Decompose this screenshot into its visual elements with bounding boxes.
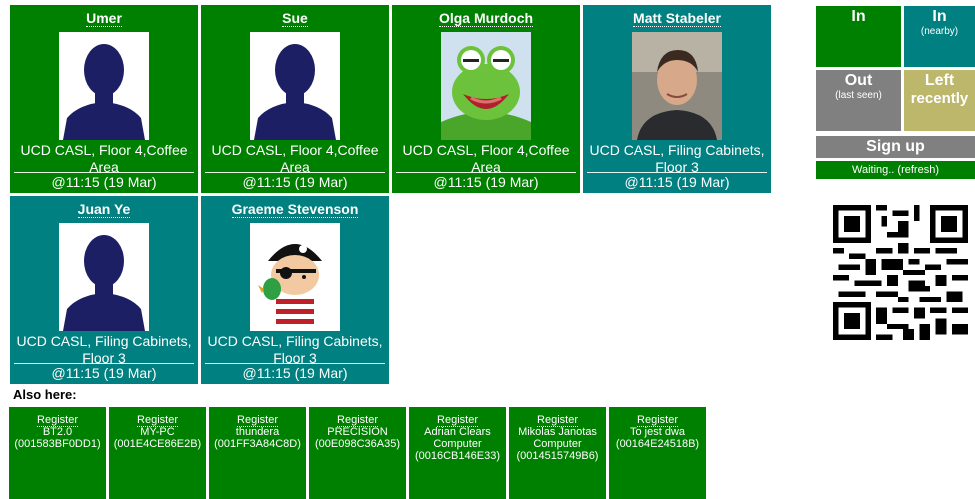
device-id: (001583BF0DD1) <box>14 438 101 450</box>
legend-in-nearby-sub: (nearby) <box>920 26 959 37</box>
signup-label: Sign up <box>866 138 925 155</box>
person-time: @11:15 (19 Mar) <box>14 172 194 191</box>
person-location: UCD CASL, Floor 4,Coffee Area <box>402 142 570 175</box>
avatar-silhouette-icon <box>250 32 340 140</box>
device-name: MY-PC <box>140 426 175 438</box>
legend-left: Left recently <box>904 70 975 131</box>
person-time: @11:15 (19 Mar) <box>14 363 194 382</box>
legend-in-label: In <box>851 8 866 25</box>
person-card-sue[interactable]: Sue UCD CASL, Floor 4,Coffee Area @11:15… <box>201 5 389 193</box>
person-time: @11:15 (19 Mar) <box>396 172 576 191</box>
legend-out-sub: (last seen) <box>835 90 882 101</box>
person-name[interactable]: Olga Murdoch <box>438 10 534 27</box>
avatar-silhouette-icon <box>59 32 149 140</box>
device-name: Mikolas Janotas Computer <box>518 426 597 450</box>
device-name: thundera <box>235 426 280 438</box>
avatar-silhouette-icon <box>59 223 149 331</box>
person-location: UCD CASL, Filing Cabinets, Floor 3 <box>16 333 192 366</box>
person-name[interactable]: Graeme Stevenson <box>231 201 359 218</box>
device-card: Register To jest dwa (00164E24518B) <box>609 407 706 499</box>
device-card: Register BT2.0 (001583BF0DD1) <box>9 407 106 499</box>
device-card: Register MY-PC (001E4CE86E2B) <box>109 407 206 499</box>
device-id: (001FF3A84C8D) <box>214 438 301 450</box>
device-name: To jest dwa <box>629 426 686 438</box>
person-time: @11:15 (19 Mar) <box>587 172 767 191</box>
person-location: UCD CASL, Filing Cabinets, Floor 3 <box>589 142 765 175</box>
legend-out-label: Out <box>844 72 873 89</box>
person-time: @11:15 (19 Mar) <box>205 172 385 191</box>
person-card-matt-stabeler[interactable]: Matt Stabeler UCD CASL, Filing Cabinets,… <box>583 5 771 193</box>
device-card: Register Adrian Clears Computer (0016CB1… <box>409 407 506 499</box>
device-name: BT2.0 <box>42 426 73 438</box>
person-card-graeme-stevenson[interactable]: Graeme Stevenson UCD CASL, Filing Cabine… <box>201 196 389 384</box>
person-name[interactable]: Matt Stabeler <box>633 10 721 27</box>
person-name[interactable]: Juan Ye <box>77 201 131 218</box>
device-id: (00E098C36A35) <box>314 438 400 450</box>
qr-code-icon <box>833 205 968 340</box>
person-time: @11:15 (19 Mar) <box>205 363 385 382</box>
person-location: UCD CASL, Floor 4,Coffee Area <box>211 142 379 175</box>
legend-in-nearby-label: In <box>932 8 947 25</box>
legend-in: In <box>816 6 901 67</box>
legend-out: Out (last seen) <box>816 70 901 131</box>
person-name[interactable]: Umer <box>86 10 122 27</box>
device-card: Register thundera (001FF3A84C8D) <box>209 407 306 499</box>
signup-status-text: Waiting.. (refresh) <box>851 164 939 176</box>
person-card-umer[interactable]: Umer UCD CASL, Floor 4,Coffee Area @11:1… <box>10 5 198 193</box>
device-id: (0016CB146E33) <box>414 450 500 462</box>
avatar-photo-icon <box>632 32 722 140</box>
signup-button[interactable]: Sign up <box>816 136 975 158</box>
device-name: Adrian Clears Computer <box>424 426 491 450</box>
avatar-frog-icon <box>441 32 531 140</box>
avatar-pirate-icon <box>250 223 340 331</box>
person-location: UCD CASL, Filing Cabinets, Floor 3 <box>207 333 383 366</box>
device-card: Register PRECISION (00E098C36A35) <box>309 407 406 499</box>
person-card-olga-murdoch[interactable]: Olga Murdoch UCD CASL, Floor 4,Coffee Ar… <box>392 5 580 193</box>
device-id: (001E4CE86E2B) <box>113 438 202 450</box>
person-card-juan-ye[interactable]: Juan Ye UCD CASL, Filing Cabinets, Floor… <box>10 196 198 384</box>
legend-left-label: Left <box>924 72 955 89</box>
device-card: Register Mikolas Janotas Computer (00145… <box>509 407 606 499</box>
person-location: UCD CASL, Floor 4,Coffee Area <box>20 142 188 175</box>
also-here-title: Also here: <box>13 387 77 402</box>
device-name: PRECISION <box>327 426 388 438</box>
device-id: (00164E24518B) <box>615 438 700 450</box>
legend-in-nearby: In (nearby) <box>904 6 975 67</box>
person-name[interactable]: Sue <box>282 10 308 27</box>
legend-left-sub: recently <box>910 90 969 107</box>
signup-status[interactable]: Waiting.. (refresh) <box>816 161 975 179</box>
device-id: (0014515749B6) <box>516 450 599 462</box>
